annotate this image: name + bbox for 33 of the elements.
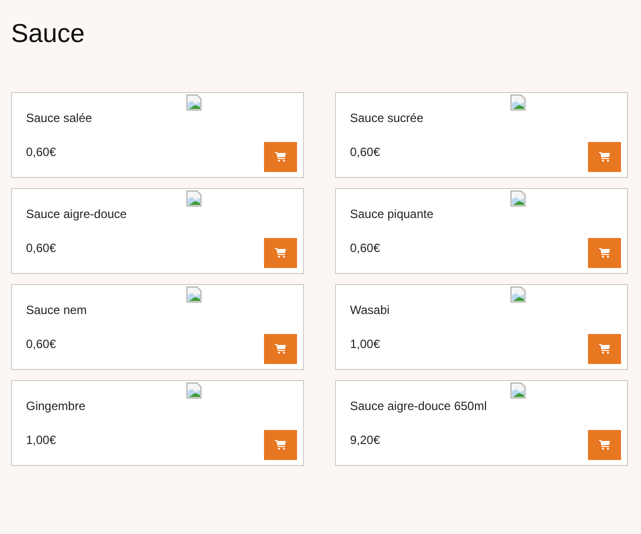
cart-icon (599, 152, 610, 162)
add-to-cart-button[interactable] (588, 334, 621, 364)
add-to-cart-button[interactable] (264, 430, 297, 460)
cart-icon (599, 440, 610, 450)
product-price: 0,60€ (350, 145, 380, 159)
cart-icon (275, 248, 286, 258)
product-price: 0,60€ (350, 241, 380, 255)
cart-icon (599, 248, 610, 258)
add-to-cart-button[interactable] (588, 430, 621, 460)
cart-icon (275, 152, 286, 162)
product-name: Gingembre (26, 399, 86, 413)
product-name: Sauce piquante (350, 207, 434, 221)
add-to-cart-button[interactable] (264, 334, 297, 364)
product-price: 1,00€ (350, 337, 380, 351)
product-price: 0,60€ (26, 337, 56, 351)
cart-icon (599, 344, 610, 354)
product-name: Sauce nem (26, 303, 87, 317)
product-name: Sauce aigre-douce (26, 207, 127, 221)
add-to-cart-button[interactable] (588, 238, 621, 268)
product-price: 0,60€ (26, 145, 56, 159)
cart-icon (275, 344, 286, 354)
cart-icon (275, 440, 286, 450)
product-name: Sauce aigre-douce 650ml (350, 399, 487, 413)
product-price: 9,20€ (350, 433, 380, 447)
add-to-cart-button[interactable] (264, 142, 297, 172)
product-name: Sauce sucrée (350, 111, 424, 125)
page-title: Sauce (11, 17, 85, 49)
product-name: Sauce salée (26, 111, 92, 125)
product-price: 0,60€ (26, 241, 56, 255)
add-to-cart-button[interactable] (264, 238, 297, 268)
product-price: 1,00€ (26, 433, 56, 447)
product-name: Wasabi (350, 303, 390, 317)
add-to-cart-button[interactable] (588, 142, 621, 172)
